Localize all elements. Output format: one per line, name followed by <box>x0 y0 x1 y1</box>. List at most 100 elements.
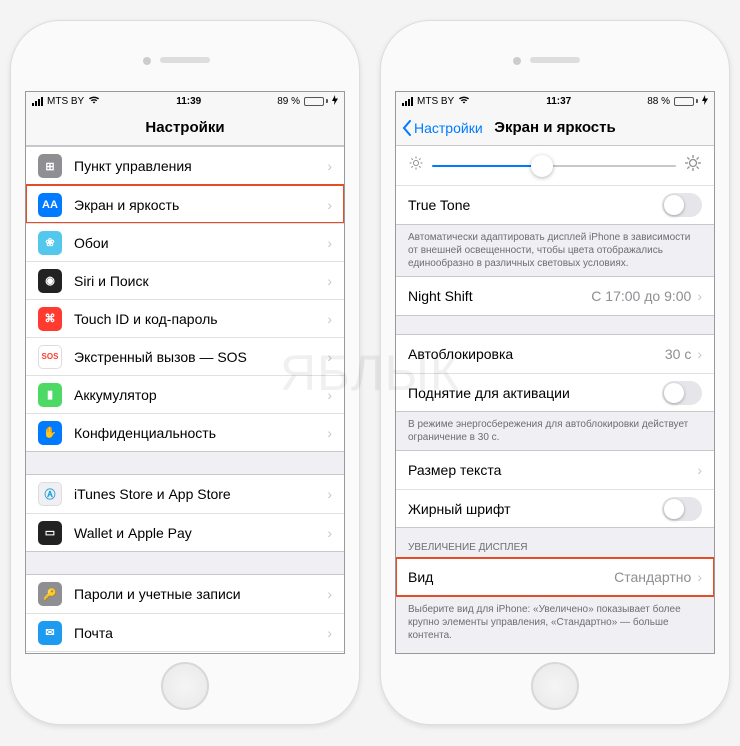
chevron-right-icon: › <box>327 235 332 251</box>
display-zoom-header: УВЕЛИЧЕНИЕ ДИСПЛЕЯ <box>396 528 714 557</box>
row-label: Wallet и Apple Pay <box>74 525 327 541</box>
chevron-right-icon: › <box>327 625 332 641</box>
raise-to-wake-row[interactable]: Поднятие для активации <box>396 373 714 411</box>
bold-text-label: Жирный шрифт <box>408 501 662 517</box>
phone-speaker <box>160 57 210 63</box>
screen-settings: MTS BY 11:39 89 % Настройки ⊞Пункт <box>25 91 345 654</box>
brightness-high-icon <box>684 154 702 177</box>
phone-left: MTS BY 11:39 89 % Настройки ⊞Пункт <box>10 20 360 725</box>
chevron-right-icon: › <box>327 525 332 541</box>
privacy-icon: ✋ <box>38 421 62 445</box>
display-brightness-icon: AA <box>38 193 62 217</box>
settings-row-passwords-accounts[interactable]: 🔑 Пароли и учетные записи› <box>26 575 344 613</box>
true-tone-note: Автоматически адаптировать дисплей iPhon… <box>396 225 714 276</box>
row-label: Обои <box>74 235 327 251</box>
row-label: Почта <box>74 625 327 641</box>
view-row[interactable]: Вид Стандартно › <box>396 558 714 596</box>
phone-right: MTS BY 11:37 88 % Настройки <box>380 20 730 725</box>
charging-icon <box>332 95 338 108</box>
battery-pct: 89 % <box>277 96 300 107</box>
siri-search-icon: ◉ <box>38 269 62 293</box>
settings-row-display-brightness[interactable]: AAЭкран и яркость› <box>26 185 344 223</box>
row-label: iTunes Store и App Store <box>74 486 327 502</box>
settings-row-siri-search[interactable]: ◉ Siri и Поиск› <box>26 261 344 299</box>
home-button[interactable] <box>161 662 209 710</box>
settings-group-3: 🔑Пароли и учетные записи›✉Почта›👤Контакт… <box>26 574 344 653</box>
auto-lock-value: 30 с <box>665 346 691 362</box>
mail-icon: ✉ <box>38 621 62 645</box>
settings-row-mail[interactable]: ✉ Почта› <box>26 613 344 651</box>
clock: 11:37 <box>546 96 571 107</box>
control-center-icon: ⊞ <box>38 154 62 178</box>
settings-group-2: ⒶiTunes Store и App Store›▭Wallet и Appl… <box>26 474 344 552</box>
night-shift-label: Night Shift <box>408 288 591 304</box>
chevron-right-icon: › <box>327 387 332 403</box>
chevron-right-icon: › <box>697 288 702 304</box>
row-label: Конфиденциальность <box>74 425 327 441</box>
carrier-label: MTS BY <box>47 96 84 107</box>
settings-row-control-center[interactable]: ⊞ Пункт управления› <box>26 147 344 185</box>
phone-camera <box>143 57 151 65</box>
settings-row-wallet-applepay[interactable]: ▭Wallet и Apple Pay› <box>26 513 344 551</box>
settings-row-emergency-sos[interactable]: SOS Экстренный вызов — SOS› <box>26 337 344 375</box>
bold-text-toggle[interactable] <box>662 497 702 521</box>
chevron-right-icon: › <box>327 158 332 174</box>
bold-text-row[interactable]: Жирный шрифт <box>396 489 714 527</box>
row-label: Пункт управления <box>74 158 327 174</box>
view-note: Выберите вид для iPhone: «Увеличено» пок… <box>396 597 714 648</box>
row-label: Touch ID и код-пароль <box>74 311 327 327</box>
nav-bar: Настройки <box>26 110 344 146</box>
page-title: Настройки <box>145 119 224 136</box>
chevron-right-icon: › <box>697 569 702 585</box>
settings-row-privacy[interactable]: ✋Конфиденциальность› <box>26 413 344 451</box>
carrier-label: MTS BY <box>417 96 454 107</box>
wifi-icon <box>458 95 470 107</box>
wifi-icon <box>88 95 100 107</box>
back-label: Настройки <box>414 120 483 136</box>
raise-to-wake-label: Поднятие для активации <box>408 385 662 401</box>
row-label: Экстренный вызов — SOS <box>74 349 327 365</box>
chevron-right-icon: › <box>327 273 332 289</box>
chevron-right-icon: › <box>327 311 332 327</box>
view-value: Стандартно <box>614 569 691 585</box>
brightness-slider[interactable] <box>432 165 676 167</box>
passwords-accounts-icon: 🔑 <box>38 582 62 606</box>
lowpower-note: В режиме энергосбережения для автоблокир… <box>396 412 714 450</box>
wallpaper-icon: ❀ <box>38 231 62 255</box>
signal-icon <box>32 97 43 106</box>
settings-row-itunes-appstore[interactable]: ⒶiTunes Store и App Store› <box>26 475 344 513</box>
status-bar: MTS BY 11:39 89 % <box>26 92 344 110</box>
screen-display-brightness: MTS BY 11:37 88 % Настройки <box>395 91 715 654</box>
signal-icon <box>402 97 413 106</box>
row-label: Siri и Поиск <box>74 273 327 289</box>
night-shift-row[interactable]: Night Shift С 17:00 до 9:00 › <box>396 277 714 315</box>
settings-row-contacts[interactable]: 👤Контакты› <box>26 651 344 653</box>
home-button[interactable] <box>531 662 579 710</box>
status-bar: MTS BY 11:37 88 % <box>396 92 714 110</box>
auto-lock-row[interactable]: Автоблокировка 30 с › <box>396 335 714 373</box>
true-tone-label: True Tone <box>408 197 662 213</box>
row-label: Экран и яркость <box>74 197 327 213</box>
chevron-right-icon: › <box>327 486 332 502</box>
row-label: Аккумулятор <box>74 387 327 403</box>
row-label: Пароли и учетные записи <box>74 586 327 602</box>
true-tone-toggle[interactable] <box>662 193 702 217</box>
raise-to-wake-toggle[interactable] <box>662 381 702 405</box>
chevron-right-icon: › <box>327 586 332 602</box>
touch-id-icon: ⌘ <box>38 307 62 331</box>
back-button[interactable]: Настройки <box>402 120 483 136</box>
battery-icon: ▮ <box>38 383 62 407</box>
settings-row-battery[interactable]: ▮ Аккумулятор› <box>26 375 344 413</box>
slider-thumb[interactable] <box>531 155 553 177</box>
chevron-right-icon: › <box>327 349 332 365</box>
night-shift-value: С 17:00 до 9:00 <box>591 288 691 304</box>
text-size-row[interactable]: Размер текста › <box>396 451 714 489</box>
chevron-right-icon: › <box>697 462 702 478</box>
settings-row-touch-id[interactable]: ⌘ Touch ID и код-пароль› <box>26 299 344 337</box>
phone-speaker <box>530 57 580 63</box>
phone-camera <box>513 57 521 65</box>
settings-row-wallpaper[interactable]: ❀ Обои› <box>26 223 344 261</box>
true-tone-row[interactable]: True Tone <box>396 186 714 224</box>
charging-icon <box>702 95 708 108</box>
emergency-sos-icon: SOS <box>38 345 62 369</box>
